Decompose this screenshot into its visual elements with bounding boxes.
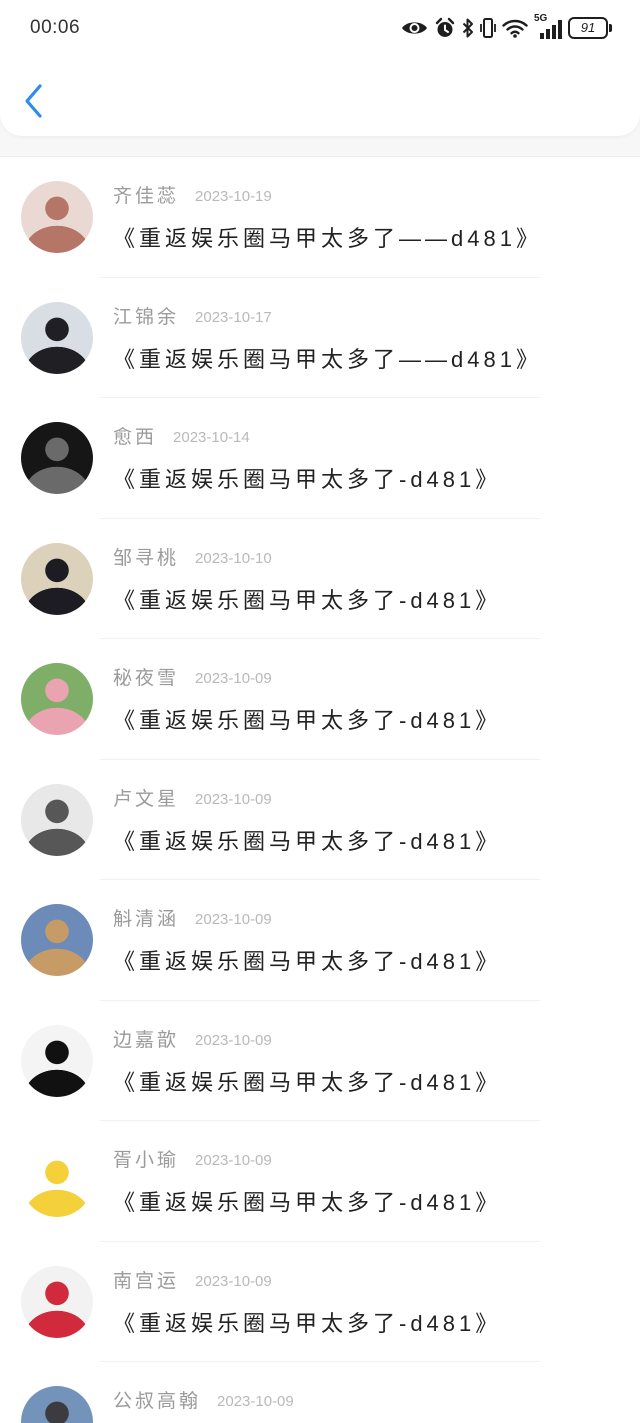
comment-text: 《重返娱乐圈马甲太多了-d481》 bbox=[113, 828, 502, 854]
comment-meta: 愈西 2023-10-14 bbox=[113, 425, 250, 451]
comment-row[interactable]: 秘夜雪 2023-10-09 《重返娱乐圈马甲太多了-d481》 bbox=[0, 639, 640, 760]
vibrate-icon bbox=[480, 18, 496, 38]
comment-text: 《重返娱乐圈马甲太多了——d481》 bbox=[113, 226, 542, 251]
comment-text: 《重返娱乐圈马甲太多了——d481》 bbox=[113, 346, 542, 372]
comment-row[interactable]: 卢文星 2023-10-09 《重返娱乐圈马甲太多了-d481》 bbox=[0, 760, 640, 880]
commenter-name[interactable]: 江锦余 bbox=[113, 305, 179, 331]
comment-date: 2023-10-17 bbox=[195, 308, 272, 326]
battery-icon: 91 bbox=[568, 17, 612, 39]
comment-row[interactable]: 边嘉歆 2023-10-09 《重返娱乐圈马甲太多了-d481》 bbox=[0, 1001, 640, 1121]
comment-meta: 公叔高翰 2023-10-09 bbox=[113, 1389, 294, 1415]
comment-text: 《重返娱乐圈马甲太多了-d481》 bbox=[113, 708, 502, 733]
comment-date: 2023-10-10 bbox=[195, 549, 272, 567]
comment-row[interactable]: 胥小瑜 2023-10-09 《重返娱乐圈马甲太多了-d481》 bbox=[0, 1121, 640, 1242]
commenter-name[interactable]: 南宫运 bbox=[113, 1269, 179, 1295]
comment-date: 2023-10-09 bbox=[195, 790, 272, 808]
comment-row[interactable]: 公叔高翰 2023-10-09 bbox=[0, 1362, 640, 1423]
commenter-name[interactable]: 卢文星 bbox=[113, 787, 179, 813]
comment-meta: 卢文星 2023-10-09 bbox=[113, 787, 272, 813]
comment-text: 《重返娱乐圈马甲太多了-d481》 bbox=[113, 587, 502, 613]
comment-meta: 斛清涵 2023-10-09 bbox=[113, 907, 272, 933]
comment-date: 2023-10-09 bbox=[195, 911, 272, 928]
comment-meta: 南宫运 2023-10-09 bbox=[113, 1269, 272, 1295]
comment-meta: 胥小瑜 2023-10-09 bbox=[113, 1148, 272, 1174]
commenter-name[interactable]: 齐佳蕊 bbox=[113, 184, 179, 210]
commenter-name[interactable]: 公叔高翰 bbox=[113, 1389, 201, 1415]
comment-meta: 江锦余 2023-10-17 bbox=[113, 305, 272, 331]
comment-date: 2023-10-09 bbox=[217, 1393, 294, 1410]
comment-meta: 边嘉歆 2023-10-09 bbox=[113, 1028, 272, 1054]
commenter-name[interactable]: 秘夜雪 bbox=[113, 666, 179, 692]
comment-date: 2023-10-09 bbox=[195, 1272, 272, 1290]
comment-row[interactable]: 齐佳蕊 2023-10-19 《重返娱乐圈马甲太多了——d481》 bbox=[0, 157, 640, 278]
comment-date: 2023-10-19 bbox=[195, 188, 272, 205]
avatar[interactable] bbox=[21, 1024, 93, 1097]
avatar[interactable] bbox=[21, 1265, 93, 1338]
comment-row[interactable]: 邹寻桃 2023-10-10 《重返娱乐圈马甲太多了-d481》 bbox=[0, 519, 640, 639]
comment-row[interactable]: 南宫运 2023-10-09 《重返娱乐圈马甲太多了-d481》 bbox=[0, 1242, 640, 1362]
battery-nub bbox=[609, 24, 612, 32]
comment-text: 《重返娱乐圈马甲太多了-d481》 bbox=[113, 1069, 502, 1095]
comment-date: 2023-10-09 bbox=[195, 670, 272, 687]
avatar[interactable] bbox=[21, 1386, 93, 1423]
alarm-icon bbox=[435, 17, 455, 37]
cellular-signal: 5G bbox=[534, 14, 562, 41]
signal-bars-icon bbox=[540, 20, 562, 39]
commenter-name[interactable]: 愈西 bbox=[113, 425, 157, 451]
eye-icon bbox=[402, 22, 427, 34]
commenter-name[interactable]: 斛清涵 bbox=[113, 907, 179, 933]
comment-meta: 秘夜雪 2023-10-09 bbox=[113, 666, 272, 692]
comment-text: 《重返娱乐圈马甲太多了-d481》 bbox=[113, 949, 502, 974]
comment-meta: 邹寻桃 2023-10-10 bbox=[113, 546, 272, 572]
avatar[interactable] bbox=[21, 301, 93, 374]
back-icon[interactable] bbox=[20, 82, 50, 120]
commenter-name[interactable]: 胥小瑜 bbox=[113, 1148, 179, 1174]
status-time: 00:06 bbox=[30, 17, 81, 38]
comment-text: 《重返娱乐圈马甲太多了-d481》 bbox=[113, 1190, 502, 1215]
commenter-name[interactable]: 邹寻桃 bbox=[113, 546, 179, 572]
comment-date: 2023-10-14 bbox=[173, 429, 250, 446]
comment-row[interactable]: 斛清涵 2023-10-09 《重返娱乐圈马甲太多了-d481》 bbox=[0, 880, 640, 1001]
comment-date: 2023-10-09 bbox=[195, 1152, 272, 1169]
comment-meta: 齐佳蕊 2023-10-19 bbox=[113, 184, 272, 210]
commenter-name[interactable]: 边嘉歆 bbox=[113, 1028, 179, 1054]
comment-text: 《重返娱乐圈马甲太多了-d481》 bbox=[113, 467, 502, 492]
avatar[interactable] bbox=[21, 181, 93, 253]
avatar[interactable] bbox=[21, 663, 93, 735]
comment-row[interactable]: 愈西 2023-10-14 《重返娱乐圈马甲太多了-d481》 bbox=[0, 398, 640, 519]
status-icons: 5G 91 bbox=[401, 14, 612, 42]
avatar[interactable] bbox=[21, 422, 93, 494]
comment-date: 2023-10-09 bbox=[195, 1031, 272, 1049]
avatar[interactable] bbox=[21, 542, 93, 615]
comment-row[interactable]: 江锦余 2023-10-17 《重返娱乐圈马甲太多了——d481》 bbox=[0, 278, 640, 398]
wifi-icon bbox=[502, 19, 528, 38]
bluetooth-icon bbox=[462, 18, 473, 38]
battery-level: 91 bbox=[580, 20, 596, 35]
avatar[interactable] bbox=[21, 904, 93, 976]
top-bar: 00:06 5G 91 bbox=[0, 0, 640, 136]
avatar[interactable] bbox=[21, 783, 93, 856]
comment-list: 齐佳蕊 2023-10-19 《重返娱乐圈马甲太多了——d481》 江锦余 2023-1… bbox=[0, 156, 640, 1423]
comment-text: 《重返娱乐圈马甲太多了-d481》 bbox=[113, 1310, 502, 1336]
avatar[interactable] bbox=[21, 1145, 93, 1217]
